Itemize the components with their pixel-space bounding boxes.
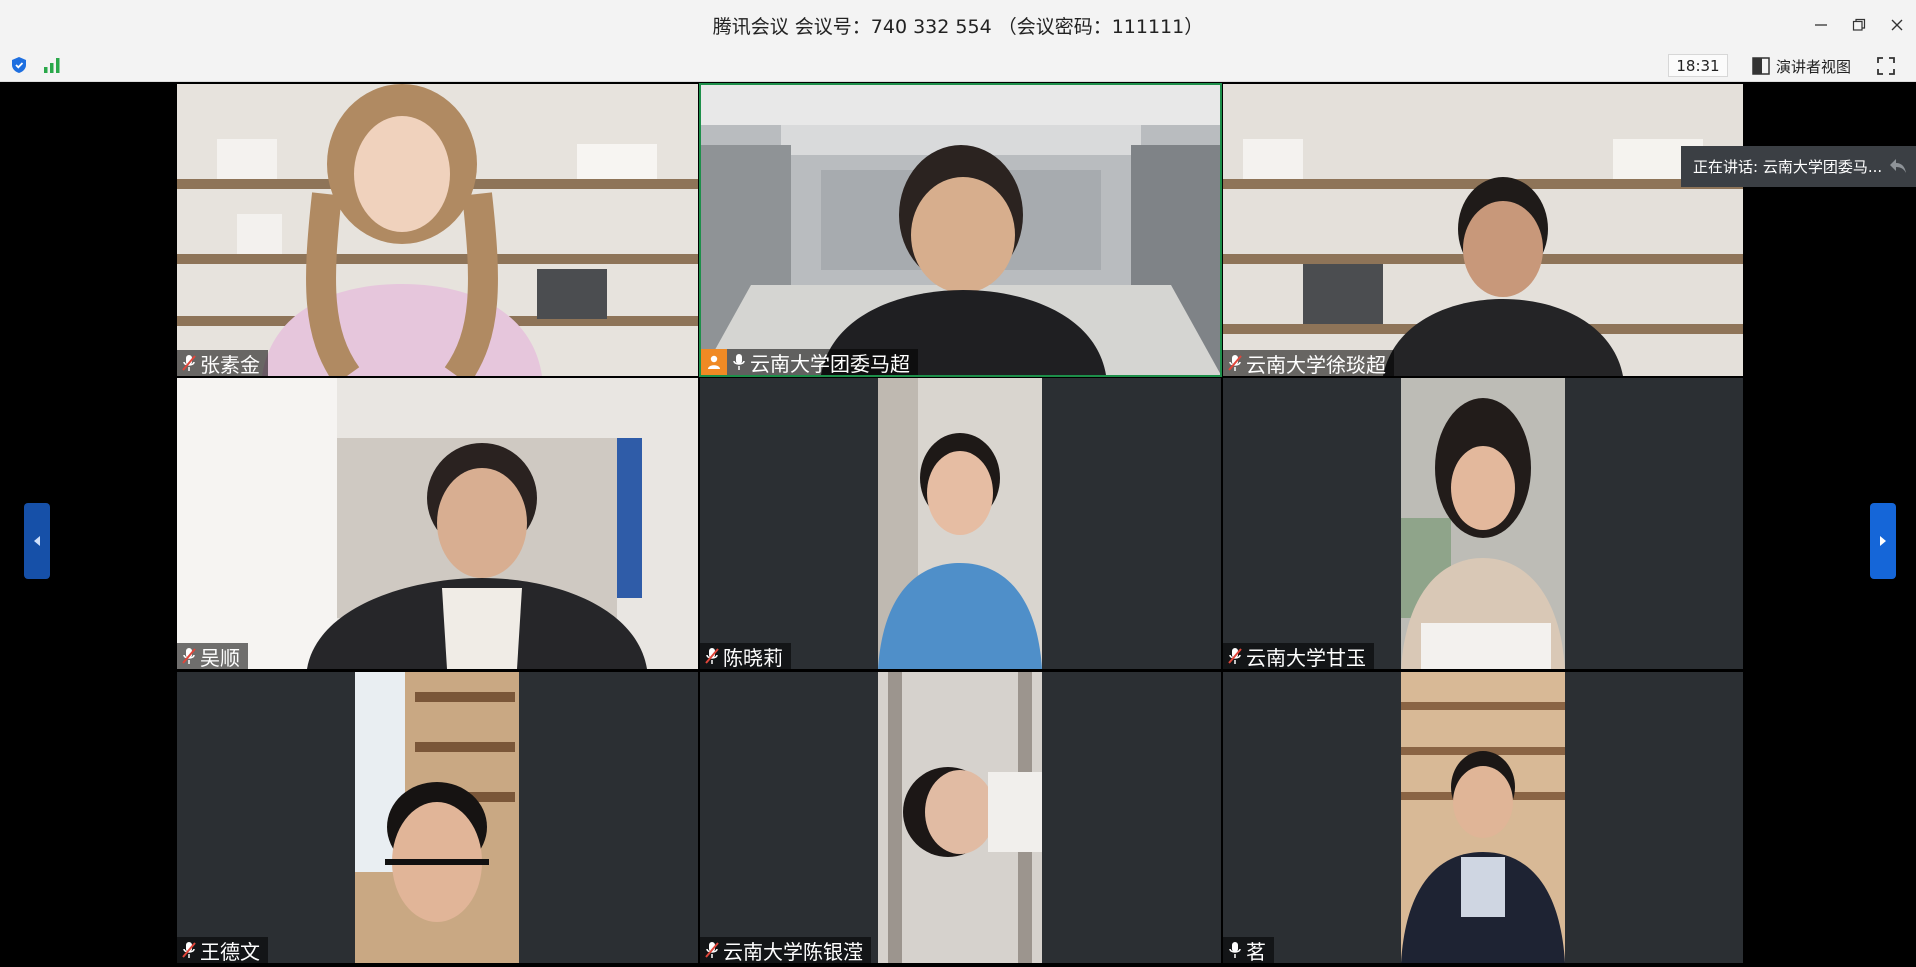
participant-video [1401, 378, 1565, 669]
close-button[interactable] [1878, 0, 1916, 50]
participant-video [878, 672, 1042, 963]
participant-video [1223, 84, 1743, 376]
participant-tile[interactable]: 张素金 [177, 84, 698, 376]
participant-name-label: 吴顺 [177, 643, 248, 669]
participant-name-label: 云南大学甘玉 [1223, 643, 1374, 669]
meeting-clock: 18:31 [1668, 54, 1728, 77]
participant-name: 云南大学甘玉 [1246, 645, 1366, 670]
participant-name-label: 陈晓莉 [700, 643, 791, 669]
collapse-icon[interactable] [1888, 157, 1908, 175]
muted-mic-icon [1228, 648, 1242, 664]
participant-name: 茗 [1246, 939, 1266, 964]
participant-video [878, 378, 1042, 669]
next-page-button[interactable] [1870, 503, 1896, 579]
participant-video [177, 84, 698, 376]
muted-mic-icon [182, 648, 196, 664]
top-toolbar: 18:31 演讲者视图 [0, 50, 1916, 82]
window-controls [1802, 0, 1916, 50]
speaker-view-button[interactable]: 演讲者视图 [1752, 54, 1851, 78]
arrow-right-icon [1880, 536, 1886, 546]
participant-name-label: 张素金 [177, 350, 268, 376]
mic-icon [733, 354, 745, 370]
participant-name-label: 茗 [1223, 937, 1274, 963]
participant-tile[interactable]: 吴顺 [177, 378, 698, 669]
participant-name-label: 云南大学徐琰超 [1223, 350, 1394, 376]
participant-tile[interactable]: 云南大学徐琰超 [1223, 84, 1743, 376]
muted-mic-icon [705, 648, 719, 664]
host-badge [701, 349, 727, 375]
participant-name: 云南大学团委马超 [750, 351, 910, 376]
close-icon [1891, 19, 1903, 31]
participant-name: 王德文 [200, 939, 260, 964]
muted-mic-icon [1228, 355, 1242, 371]
minimize-button[interactable] [1802, 0, 1840, 50]
previous-page-button[interactable] [24, 503, 50, 579]
participant-name-label: 云南大学陈银滢 [700, 937, 871, 963]
speaker-view-label: 演讲者视图 [1776, 57, 1852, 76]
participant-video [177, 378, 698, 669]
signal-icon[interactable] [42, 56, 62, 78]
speaking-text: 正在讲话: 云南大学团委马... [1693, 158, 1883, 176]
video-grid: 张素金 云南大学团委马超 云南大学徐琰超 吴顺 陈晓莉 云南大学甘玉 王德文 云… [0, 83, 1916, 967]
minimize-icon [1815, 24, 1827, 26]
participant-tile[interactable]: 云南大学甘玉 [1223, 378, 1743, 669]
participant-tile[interactable]: 云南大学团委马超 [699, 83, 1222, 377]
meeting-title: 腾讯会议 会议号：740 332 554 （会议密码：111111） [712, 15, 1204, 38]
mic-icon [1229, 942, 1241, 958]
muted-mic-icon [705, 942, 719, 958]
host-icon [708, 355, 720, 369]
participant-tile[interactable]: 王德文 [177, 672, 698, 963]
participant-name: 云南大学徐琰超 [1246, 352, 1386, 377]
participant-name: 陈晓莉 [723, 645, 783, 670]
restore-icon [1852, 18, 1866, 31]
muted-mic-icon [182, 942, 196, 958]
speaking-banner: 正在讲话: 云南大学团委马... [1681, 146, 1916, 187]
fullscreen-icon[interactable] [1876, 56, 1896, 80]
restore-button[interactable] [1840, 0, 1878, 50]
speaker-view-icon [1752, 57, 1770, 75]
participant-name: 吴顺 [200, 645, 240, 670]
participant-name-label: 王德文 [177, 937, 268, 963]
participant-video [1401, 672, 1565, 963]
muted-mic-icon [182, 355, 196, 371]
title-bar: 腾讯会议 会议号：740 332 554 （会议密码：111111） [0, 0, 1916, 50]
participant-tile[interactable]: 陈晓莉 [700, 378, 1221, 669]
participant-name: 张素金 [200, 352, 260, 377]
participant-name-label: 云南大学团委马超 [701, 349, 918, 375]
participant-tile[interactable]: 茗 [1223, 672, 1743, 963]
arrow-left-icon [34, 536, 40, 546]
shield-icon[interactable] [10, 56, 28, 78]
participant-video [355, 672, 519, 963]
participant-tile[interactable]: 云南大学陈银滢 [700, 672, 1221, 963]
participant-video [701, 85, 1220, 375]
participant-name: 云南大学陈银滢 [723, 939, 863, 964]
